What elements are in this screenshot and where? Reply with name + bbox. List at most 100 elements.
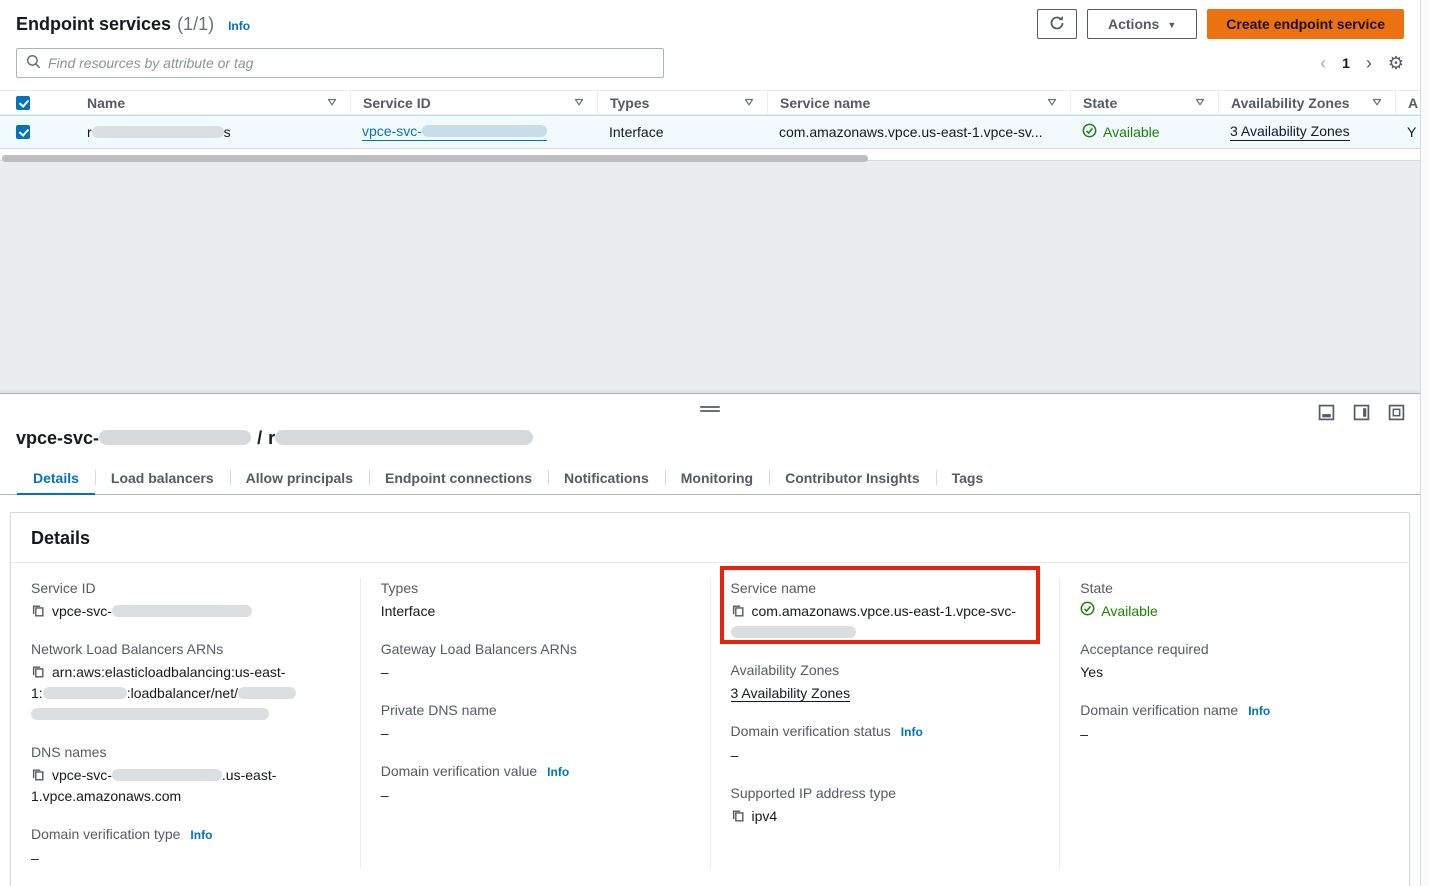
field-value: – [731,745,1040,766]
column-header-types[interactable]: Types [597,91,767,114]
pagination-current-page[interactable]: 1 [1342,55,1350,71]
create-endpoint-service-button[interactable]: Create endpoint service [1207,9,1404,39]
field-types: Types Interface [381,578,690,622]
info-link[interactable]: Info [1248,701,1270,721]
pagination-next-icon[interactable]: › [1366,54,1372,72]
split-panel-side-icon[interactable] [1353,404,1370,421]
info-link[interactable]: Info [190,825,212,845]
table-row[interactable]: rs vpce-svc- Interface com.amazonaws.vpc… [0,115,1420,149]
field-state: State Available [1080,578,1389,622]
field-label: Network Load Balancers ARNs [31,639,223,659]
row-checkbox[interactable] [16,125,30,139]
tab-notifications[interactable]: Notifications [548,462,665,494]
filter-icon[interactable] [743,95,755,111]
vpc-endpoint-services-page: Endpoint services (1/1) Info Actions ▼ C… [0,0,1429,886]
availability-zones-link[interactable]: 3 Availability Zones [731,685,851,702]
cell-acceptance: Y [1395,124,1420,140]
column-header-state[interactable]: State [1070,91,1218,114]
field-label: Acceptance required [1080,639,1208,659]
redacted-text [31,708,269,720]
available-check-icon [1080,601,1095,622]
page-scrollbar-gutter [1420,0,1429,886]
filter-icon[interactable] [1046,95,1058,111]
caret-down-icon: ▼ [1167,20,1176,30]
copy-icon[interactable] [731,809,745,823]
column-header-service-name[interactable]: Service name [767,91,1070,114]
tab-endpoint-connections[interactable]: Endpoint connections [369,462,548,494]
copy-icon[interactable] [731,604,745,618]
redacted-text [422,125,547,137]
tab-load-balancers[interactable]: Load balancers [95,462,230,494]
search-box[interactable] [16,48,664,78]
field-value: – [31,848,340,869]
field-value: Yes [1080,662,1389,683]
table-toolbar: ‹ 1 › ⚙ [0,44,1420,78]
service-id-link[interactable]: vpce-svc- [362,123,547,141]
refresh-button[interactable] [1037,9,1077,39]
info-link[interactable]: Info [547,762,569,782]
column-header-service-id[interactable]: Service ID [350,91,597,114]
page-title-text: Endpoint services [16,14,171,35]
filter-icon[interactable] [1194,95,1206,111]
actions-button-label: Actions [1108,16,1159,32]
panel-title-separator: / [257,428,262,448]
copy-icon[interactable] [31,665,45,679]
field-network-load-balancer-arns: Network Load Balancers ARNs arn:aws:elas… [31,639,340,725]
tab-allow-principals[interactable]: Allow principals [230,462,369,494]
cell-state: Available [1070,123,1218,141]
panel-title-name: r [268,428,275,448]
select-all-cell [0,91,58,114]
horizontal-scrollbar[interactable] [2,155,1418,163]
horizontal-scrollbar-thumb[interactable] [2,155,868,162]
tab-contributor-insights[interactable]: Contributor Insights [769,462,936,494]
field-domain-verification-status: Domain verification status Info – [731,721,1040,766]
field-domain-verification-name: Domain verification name Info – [1080,700,1389,745]
page-header: Endpoint services (1/1) Info Actions ▼ C… [0,0,1420,44]
column-header-acceptance[interactable]: A [1395,91,1420,114]
field-acceptance-required: Acceptance required Yes [1080,639,1389,683]
field-label: Service name [731,578,817,598]
field-domain-verification-value: Domain verification value Info – [381,761,690,806]
field-value: – [381,662,690,683]
panel-resize-handle[interactable] [700,404,720,414]
result-count: (1/1) [177,14,214,35]
filter-icon[interactable] [326,95,338,111]
field-private-dns-name: Private DNS name – [381,700,690,744]
field-label: Gateway Load Balancers ARNs [381,639,577,659]
field-label: Private DNS name [381,700,497,720]
copy-icon[interactable] [31,604,45,618]
copy-icon[interactable] [31,768,45,782]
details-body: Service ID vpce-svc- Network Load Balanc… [11,563,1409,886]
field-value: – [1080,724,1389,745]
header-actions: Actions ▼ Create endpoint service [1037,9,1404,39]
availability-zones-link[interactable]: 3 Availability Zones [1230,123,1350,141]
panel-title: vpce-svc- / r [0,394,1420,449]
cell-service-id: vpce-svc- [350,123,597,141]
select-all-checkbox[interactable] [16,96,30,110]
field-service-id: Service ID vpce-svc- [31,578,340,622]
row-checkbox-cell [0,125,58,139]
search-icon [26,54,41,72]
panel-title-prefix: vpce-svc- [16,428,99,448]
info-link[interactable]: Info [228,19,250,33]
split-panel-expand-icon[interactable] [1388,404,1405,421]
info-link[interactable]: Info [901,722,923,742]
cell-types: Interface [597,124,767,140]
filter-icon[interactable] [1371,95,1383,111]
filter-icon[interactable] [573,95,585,111]
tab-details[interactable]: Details [17,462,95,495]
tab-tags[interactable]: Tags [936,462,1000,494]
cell-availability-zones: 3 Availability Zones [1218,123,1395,141]
field-label: Types [381,578,418,598]
column-header-name[interactable]: Name [58,91,350,114]
actions-button[interactable]: Actions ▼ [1087,9,1197,39]
pagination-prev-icon[interactable]: ‹ [1320,54,1326,72]
search-input[interactable] [48,55,654,71]
split-panel-bottom-icon[interactable] [1318,404,1335,421]
settings-gear-icon[interactable]: ⚙ [1388,54,1404,72]
tab-bar: Details Load balancers Allow principals … [0,462,1420,495]
tab-monitoring[interactable]: Monitoring [665,462,769,494]
details-column-2: Types Interface Gateway Load Balancers A… [360,578,710,869]
column-header-availability-zones[interactable]: Availability Zones [1218,91,1395,114]
available-check-icon [1082,123,1097,141]
